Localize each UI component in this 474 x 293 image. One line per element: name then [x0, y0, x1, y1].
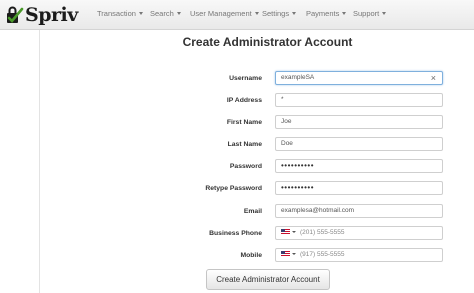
caret-down-icon — [382, 12, 387, 15]
username-input[interactable]: exampleSA × — [275, 71, 443, 85]
nav-label: User Management — [190, 9, 252, 18]
retype-password-value: •••••••••• — [281, 183, 315, 192]
sidebar-divider — [39, 30, 40, 293]
us-flag-icon[interactable] — [281, 251, 290, 257]
last-name-input[interactable]: Doe — [275, 137, 443, 151]
spriv-logo-icon — [7, 6, 24, 23]
nav-settings[interactable]: Settings — [262, 9, 297, 18]
mobile-input[interactable]: (917) 555-5555 — [275, 248, 443, 262]
nav-label: Payments — [306, 9, 340, 18]
username-value: exampleSA — [281, 74, 315, 81]
password-input[interactable]: •••••••••• — [275, 159, 443, 173]
nav-user-management[interactable]: User Management — [190, 9, 259, 18]
last-name-value: Doe — [281, 140, 293, 147]
nav-transaction[interactable]: Transaction — [97, 9, 143, 18]
clear-icon[interactable]: × — [431, 72, 436, 84]
chevron-down-icon — [292, 231, 296, 233]
page-title: Create Administrator Account — [182, 35, 353, 49]
create-administrator-account-button[interactable]: Create Administrator Account — [206, 269, 330, 290]
top-navbar: Spriv Transaction Search User Management… — [0, 0, 474, 30]
password-value: •••••••••• — [281, 161, 315, 170]
nav-label: Support — [353, 9, 380, 18]
business-phone-value: (201) 555-5555 — [300, 229, 345, 236]
retype-password-input[interactable]: •••••••••• — [275, 181, 443, 195]
business-phone-label: Business Phone — [209, 230, 262, 237]
ip-address-input[interactable]: * — [275, 93, 443, 107]
first-name-label: First Name — [226, 119, 262, 126]
username-label: Username — [229, 75, 262, 82]
chevron-down-icon — [292, 253, 296, 255]
caret-down-icon — [292, 12, 297, 15]
ip-address-label: IP Address — [226, 97, 262, 104]
caret-down-icon — [138, 12, 143, 15]
email-value: examplesa@hotmail.com — [281, 207, 355, 214]
email-input[interactable]: examplesa@hotmail.com — [275, 204, 443, 218]
password-label: Password — [229, 163, 262, 170]
caret-down-icon — [342, 12, 347, 15]
nav-label: Settings — [262, 9, 290, 18]
nav-search[interactable]: Search — [150, 9, 181, 18]
caret-down-icon — [176, 12, 181, 15]
caret-down-icon — [254, 12, 259, 15]
nav-label: Search — [150, 9, 174, 18]
brand[interactable]: Spriv — [4, 3, 78, 27]
nav-payments[interactable]: Payments — [306, 9, 347, 18]
nav-label: Transaction — [97, 9, 136, 18]
business-phone-input[interactable]: (201) 555-5555 — [275, 226, 443, 240]
ip-address-value: * — [281, 96, 284, 103]
email-label: Email — [243, 208, 262, 215]
last-name-label: Last Name — [227, 141, 262, 148]
mobile-label: Mobile — [240, 252, 262, 259]
first-name-input[interactable]: Joe — [275, 115, 443, 129]
nav-support[interactable]: Support — [353, 9, 387, 18]
brand-name: Spriv — [25, 4, 78, 26]
mobile-value: (917) 555-5555 — [300, 251, 345, 258]
retype-password-label: Retype Password — [205, 185, 262, 192]
us-flag-icon[interactable] — [281, 229, 290, 235]
first-name-value: Joe — [281, 118, 292, 125]
